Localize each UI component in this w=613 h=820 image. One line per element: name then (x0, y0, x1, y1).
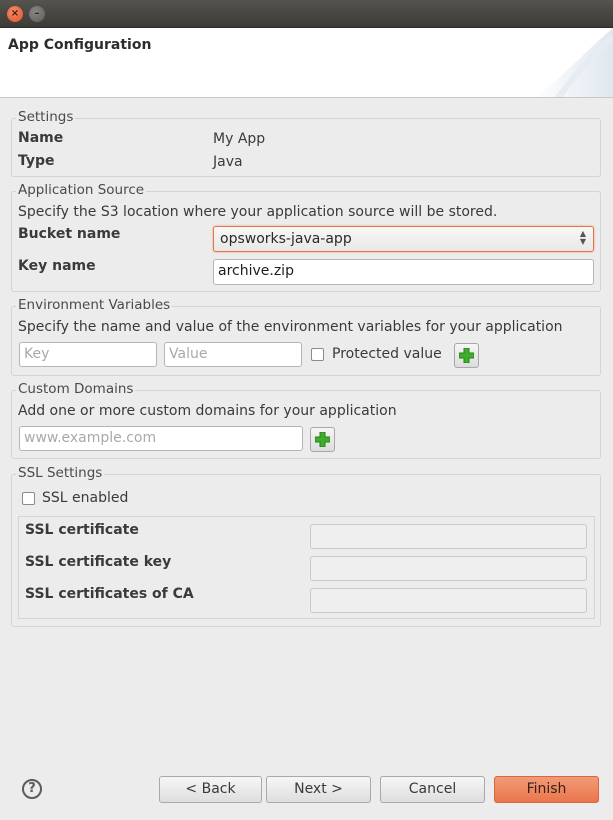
select-arrows-icon: ▲ ▼ (579, 229, 586, 246)
settings-legend: Settings (16, 109, 76, 125)
add-custom-domain-button[interactable] (310, 427, 335, 452)
minimize-window-icon[interactable]: – (29, 6, 45, 22)
key-name-label: Key name (18, 258, 96, 274)
ssl-enabled-checkbox[interactable] (22, 492, 35, 505)
custom-domain-input[interactable]: www.example.com (19, 426, 303, 451)
next-button[interactable]: Next > (266, 776, 371, 803)
ssl-settings-legend: SSL Settings (16, 465, 105, 481)
ssl-certificate-key-input (310, 556, 587, 581)
type-label: Type (18, 153, 55, 169)
page-title: App Configuration (8, 37, 152, 53)
window-titlebar: × – (0, 0, 613, 28)
ssl-ca-label: SSL certificates of CA (25, 586, 194, 602)
application-source-description: Specify the S3 location where your appli… (18, 204, 498, 220)
ssl-enabled-label: SSL enabled (42, 490, 129, 506)
ssl-certificate-input (310, 524, 587, 549)
ssl-certificate-key-label: SSL certificate key (25, 554, 172, 570)
wizard-header: App Configuration (0, 28, 613, 98)
settings-group: Settings (11, 109, 601, 177)
bucket-name-selected-value: opsworks-java-app (220, 231, 352, 247)
protected-value-checkbox[interactable] (311, 348, 324, 361)
environment-variables-legend: Environment Variables (16, 297, 173, 313)
custom-domains-legend: Custom Domains (16, 381, 136, 397)
name-value: My App (213, 131, 266, 147)
close-window-icon[interactable]: × (7, 6, 23, 22)
key-name-input[interactable]: archive.zip (213, 259, 594, 285)
type-value: Java (213, 154, 243, 170)
protected-value-label: Protected value (332, 346, 442, 362)
finish-button[interactable]: Finish (494, 776, 599, 803)
cancel-button[interactable]: Cancel (380, 776, 485, 803)
env-key-input[interactable]: Key (19, 342, 157, 367)
ssl-ca-input (310, 588, 587, 613)
bucket-name-select[interactable]: opsworks-java-app ▲ ▼ (213, 226, 594, 252)
env-value-input[interactable]: Value (164, 342, 302, 367)
bucket-name-label: Bucket name (18, 226, 121, 242)
name-label: Name (18, 130, 64, 146)
back-button[interactable]: < Back (159, 776, 262, 803)
environment-variables-description: Specify the name and value of the enviro… (18, 319, 563, 335)
add-env-variable-button[interactable] (454, 343, 479, 368)
header-decoration-icon (534, 28, 613, 97)
application-source-legend: Application Source (16, 182, 147, 198)
plus-icon (315, 432, 330, 447)
plus-icon (459, 348, 474, 363)
help-icon[interactable]: ? (22, 779, 42, 799)
ssl-certificate-label: SSL certificate (25, 522, 139, 538)
custom-domains-description: Add one or more custom domains for your … (18, 403, 397, 419)
